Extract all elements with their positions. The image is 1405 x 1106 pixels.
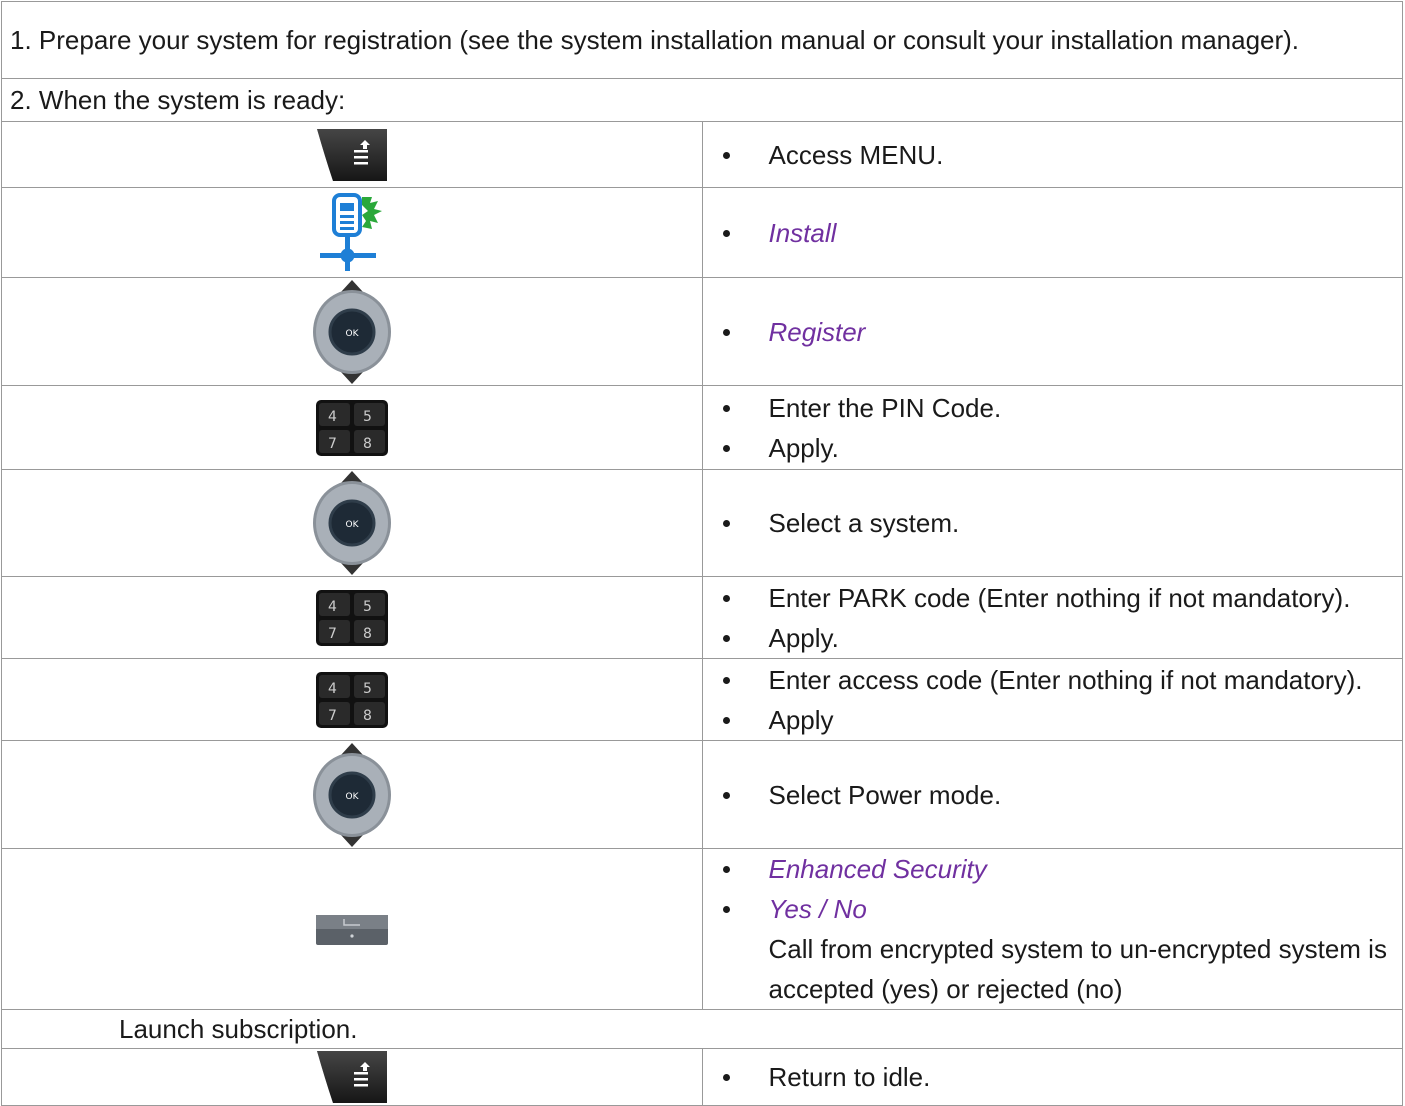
keypad-icon: 4 5 7 8 <box>315 589 388 646</box>
list-item: Select Power mode. <box>722 775 1395 815</box>
row-enhanced-security: Enhanced Security Yes / No Call from enc… <box>1 848 1403 1010</box>
launch-subscription-text: Launch subscription. <box>1 1009 1403 1049</box>
list-item: Access MENU. <box>722 135 1395 175</box>
row-access-menu: Access MENU. <box>1 121 1403 188</box>
navigator-icon: OK <box>311 742 393 848</box>
svg-text:8: 8 <box>363 626 372 642</box>
list-item: Install <box>722 213 1395 253</box>
row-pin-code: 4 5 7 8 Enter the PIN Code. Apply. <box>1 385 1403 470</box>
svg-text:5: 5 <box>363 681 372 697</box>
svg-text:OK: OK <box>345 792 359 802</box>
row-select-system: OK Select a system. <box>1 469 1403 577</box>
list-item: Enter access code (Enter nothing if not … <box>722 660 1395 700</box>
row-access-code: 4 5 7 8 Enter access code (Enter nothing… <box>1 658 1403 741</box>
row-return-idle: Return to idle. <box>1 1048 1403 1106</box>
navigator-icon: OK <box>311 470 393 576</box>
step-2-text: 2. When the system is ready: <box>1 78 1403 122</box>
svg-text:5: 5 <box>363 409 372 425</box>
keypad-icon: 4 5 7 8 <box>315 399 388 456</box>
install-icon <box>316 191 388 275</box>
svg-text:8: 8 <box>363 708 372 724</box>
list-item: Apply. <box>722 618 1395 658</box>
softkey-icon <box>315 915 388 946</box>
svg-text:OK: OK <box>345 329 359 339</box>
procedure-table: 1. Prepare your system for registration … <box>1 1 1403 1106</box>
icon-cell <box>1 121 703 188</box>
list-item: Select a system. <box>722 503 1395 543</box>
row-power-mode: OK Select Power mode. <box>1 740 1403 849</box>
keypad-icon: 4 5 7 8 <box>315 671 388 728</box>
svg-text:7: 7 <box>328 626 337 642</box>
row-register: OK Register <box>1 277 1403 386</box>
row-park-code: 4 5 7 8 Enter PARK code (Enter nothing i… <box>1 576 1403 659</box>
step-1-text: 1. Prepare your system for registration … <box>1 1 1403 79</box>
list-item-description: Call from encrypted system to un-encrypt… <box>768 934 1387 1004</box>
list-item: Enhanced Security <box>722 849 1395 889</box>
list-item: Apply. <box>722 428 1395 468</box>
list-item: Register <box>722 312 1395 352</box>
svg-text:OK: OK <box>345 520 359 530</box>
svg-text:4: 4 <box>328 681 337 697</box>
list-item: Enter PARK code (Enter nothing if not ma… <box>722 578 1395 618</box>
navigator-icon: OK <box>311 279 393 385</box>
svg-text:7: 7 <box>328 708 337 724</box>
list-item: Enter the PIN Code. <box>722 388 1395 428</box>
menu-key-icon <box>315 1049 389 1105</box>
list-item: Apply <box>722 700 1395 740</box>
svg-text:4: 4 <box>328 409 337 425</box>
svg-text:8: 8 <box>363 436 372 452</box>
list-item: Yes / No <box>722 889 1395 929</box>
svg-text:5: 5 <box>363 599 372 615</box>
svg-text:4: 4 <box>328 599 337 615</box>
menu-key-icon <box>315 127 389 183</box>
bullet-list: Access MENU. <box>703 135 1395 175</box>
list-item: Return to idle. <box>722 1057 1395 1097</box>
svg-text:7: 7 <box>328 436 337 452</box>
row-install: Install <box>1 187 1403 278</box>
